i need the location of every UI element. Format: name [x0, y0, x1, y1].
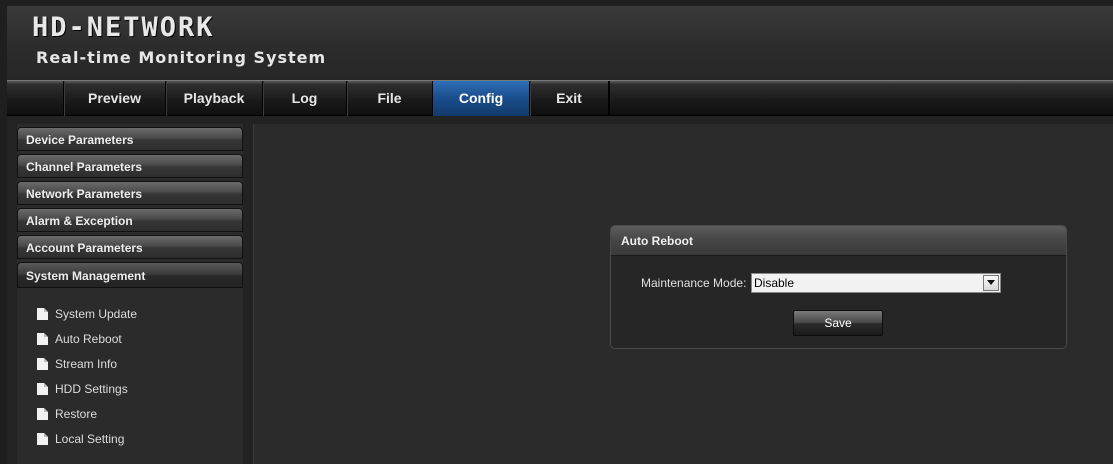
- document-icon: [37, 408, 48, 420]
- sidebar-item-label: System Update: [55, 307, 138, 321]
- sidebar-section-account-parameters[interactable]: Account Parameters: [17, 235, 243, 259]
- tab-exit[interactable]: Exit: [530, 81, 609, 116]
- document-icon: [37, 383, 48, 395]
- system-management-submenu: System Update Auto Reboot Stream Info HD…: [17, 285, 243, 464]
- panel-title: Auto Reboot: [611, 226, 1066, 256]
- maintenance-mode-value: Disable: [754, 276, 795, 290]
- tab-playback[interactable]: Playback: [166, 81, 263, 116]
- nav-tail: [609, 81, 1113, 116]
- document-icon: [37, 308, 48, 320]
- maintenance-mode-label: Maintenance Mode:: [641, 276, 747, 290]
- document-icon: [37, 358, 48, 370]
- dropdown-button[interactable]: [983, 275, 999, 291]
- sidebar-item-restore[interactable]: Restore: [37, 405, 97, 423]
- sidebar-section-channel-parameters[interactable]: Channel Parameters: [17, 154, 243, 178]
- sidebar-item-label: HDD Settings: [55, 382, 128, 396]
- sidebar-item-label: Restore: [55, 407, 98, 421]
- header-banner: HD-NETWORK Real-time Monitoring System: [7, 6, 1113, 80]
- document-icon: [37, 433, 48, 445]
- sidebar-item-local-setting[interactable]: Local Setting: [37, 430, 124, 448]
- main-content: Auto Reboot Maintenance Mode: Disable Sa…: [253, 124, 1113, 464]
- tab-log[interactable]: Log: [263, 81, 347, 116]
- sidebar-item-stream-info[interactable]: Stream Info: [37, 355, 117, 373]
- tab-config[interactable]: Config: [433, 81, 530, 116]
- main-nav: Preview Playback Log File Config Exit: [7, 80, 1113, 116]
- auto-reboot-panel: Auto Reboot Maintenance Mode: Disable Sa…: [610, 225, 1067, 349]
- sidebar-section-device-parameters[interactable]: Device Parameters: [17, 127, 243, 151]
- sidebar-item-hdd-settings[interactable]: HDD Settings: [37, 380, 128, 398]
- sidebar-item-label: Local Setting: [55, 432, 125, 446]
- nav-spacer: [7, 81, 64, 116]
- document-icon: [37, 333, 48, 345]
- logo-title: HD-NETWORK: [32, 12, 215, 43]
- tab-file[interactable]: File: [347, 81, 433, 116]
- sidebar-item-label: Stream Info: [55, 357, 118, 371]
- sidebar-section-network-parameters[interactable]: Network Parameters: [17, 181, 243, 205]
- chevron-down-icon: [987, 280, 995, 285]
- tab-preview[interactable]: Preview: [64, 81, 166, 116]
- sidebar-item-auto-reboot[interactable]: Auto Reboot: [37, 330, 122, 348]
- maintenance-mode-select[interactable]: Disable: [751, 273, 1001, 293]
- save-button[interactable]: Save: [793, 310, 883, 336]
- sidebar-section-alarm-exception[interactable]: Alarm & Exception: [17, 208, 243, 232]
- sidebar-item-system-update[interactable]: System Update: [37, 305, 137, 323]
- sidebar: Device Parameters Channel Parameters Net…: [17, 124, 243, 464]
- sidebar-item-label: Auto Reboot: [55, 332, 122, 346]
- app-window: HD-NETWORK Real-time Monitoring System P…: [7, 6, 1113, 464]
- logo-subtitle: Real-time Monitoring System: [36, 48, 327, 67]
